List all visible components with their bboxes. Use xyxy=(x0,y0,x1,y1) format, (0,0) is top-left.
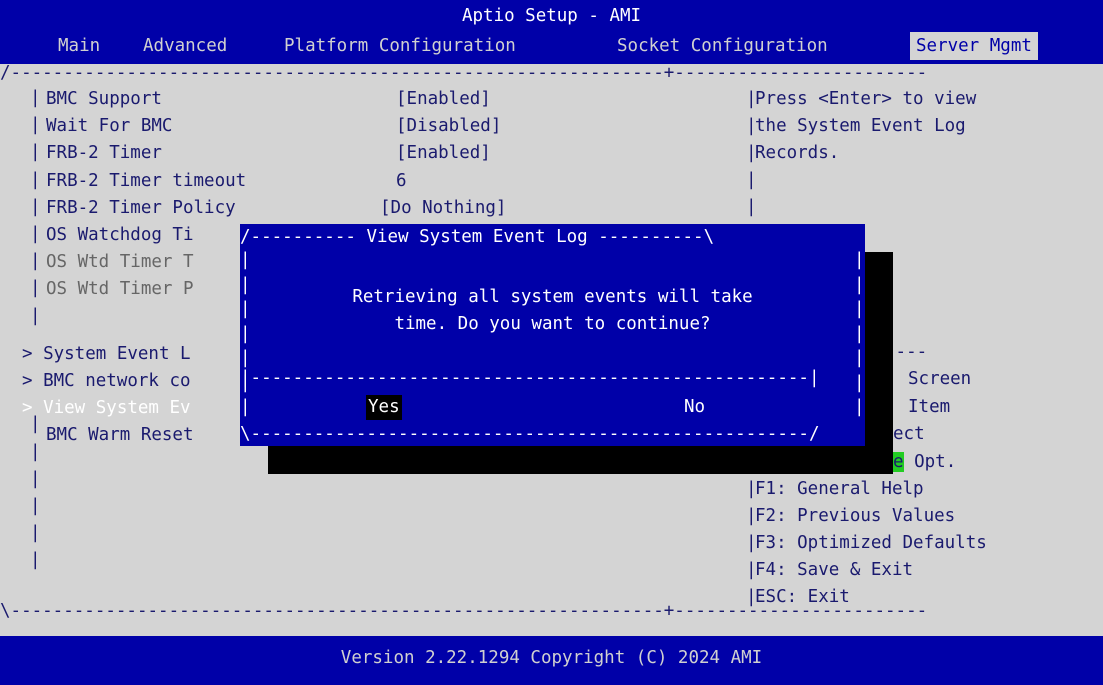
dialog-message-line-2: time. Do you want to continue? xyxy=(394,314,711,334)
setting-frb2-timeout-label[interactable]: FRB-2 Timer timeout xyxy=(46,168,246,195)
setting-bmc-support-label[interactable]: BMC Support xyxy=(46,86,162,113)
dialog-title-bar: /---------- View System Event Log ------… xyxy=(240,227,715,247)
key-esc: ESC: Exit xyxy=(755,587,850,607)
dialog-title: View System Event Log xyxy=(366,227,588,247)
key-f1: F1: General Help xyxy=(755,479,924,499)
submenu-bmc-network[interactable]: > BMC network co xyxy=(22,368,191,395)
tab-advanced[interactable]: Advanced xyxy=(143,32,227,60)
submenu-view-system-event-log[interactable]: > View System Ev xyxy=(22,395,191,422)
dialog-no-button[interactable]: No xyxy=(684,395,705,420)
key-hint-item: Item xyxy=(908,397,951,417)
setting-frb2-policy-label[interactable]: FRB-2 Timer Policy xyxy=(46,195,236,222)
tab-socket-configuration[interactable]: Socket Configuration xyxy=(617,32,828,60)
setting-frb2-timer-label[interactable]: FRB-2 Timer xyxy=(46,140,162,167)
dialog-message-line-1: Retrieving all system events will take xyxy=(352,287,753,307)
key-hint-select: ect xyxy=(893,424,925,444)
tab-main[interactable]: Main xyxy=(58,32,100,60)
key-hint-screen: Screen xyxy=(908,369,972,389)
key-f4: F4: Save & Exit xyxy=(755,560,914,580)
submenu-system-event-log[interactable]: > System Event L xyxy=(22,341,191,368)
setting-wait-for-bmc-value[interactable]: [Disabled] xyxy=(396,113,501,140)
setting-bmc-support-value[interactable]: [Enabled] xyxy=(396,86,491,113)
help-line-1: Press <Enter> to view xyxy=(755,89,977,109)
help-line-2: the System Event Log xyxy=(755,116,966,136)
dialog-bottom-border: \---------------------------------------… xyxy=(240,424,820,444)
setting-frb2-policy-value[interactable]: [Do Nothing] xyxy=(380,195,506,222)
key-hint-highlight: e xyxy=(893,452,904,472)
setting-os-watchdog-label[interactable]: OS Watchdog Ti xyxy=(46,222,194,249)
key-hint-change: e Opt. xyxy=(893,449,956,476)
footer-bar: Version 2.22.1294 Copyright (C) 2024 AMI xyxy=(0,636,1103,685)
key-f3: F3: Optimized Defaults xyxy=(755,533,987,553)
setting-bmc-warm-reset[interactable]: BMC Warm Reset xyxy=(46,422,194,449)
tab-server-mgmt[interactable]: Server Mgmt xyxy=(910,32,1038,60)
setting-wait-for-bmc-label[interactable]: Wait For BMC xyxy=(46,113,172,140)
version-copyright: Version 2.22.1294 Copyright (C) 2024 AMI xyxy=(340,648,763,668)
dialog-divider: |---------------------------------------… xyxy=(240,368,820,388)
help-line-3: Records. xyxy=(755,143,840,163)
view-sel-dialog: /---------- View System Event Log ------… xyxy=(240,224,865,446)
app-title: Aptio Setup - AMI xyxy=(461,6,642,26)
top-bar: Aptio Setup - AMI Main Advanced Platform… xyxy=(0,0,1103,64)
dialog-button-row-right: | xyxy=(854,397,865,417)
frame-top-border: /---------------------------------------… xyxy=(0,63,928,83)
setting-os-wtd-timeout-label: OS Wtd Timer T xyxy=(46,252,194,272)
dialog-button-row-left: | xyxy=(240,397,251,417)
setting-frb2-timeout-value[interactable]: 6 xyxy=(396,168,407,195)
tab-platform-configuration[interactable]: Platform Configuration xyxy=(284,32,516,60)
setting-os-wtd-policy-label: OS Wtd Timer P xyxy=(46,279,194,299)
left-border: | | | | | | | | | | | | | | | xyxy=(30,88,41,571)
key-f2: F2: Previous Values xyxy=(755,506,956,526)
setting-frb2-timer-value[interactable]: [Enabled] xyxy=(396,140,491,167)
key-hint-opt: Opt. xyxy=(914,452,957,472)
dialog-yes-button[interactable]: Yes xyxy=(366,395,402,420)
